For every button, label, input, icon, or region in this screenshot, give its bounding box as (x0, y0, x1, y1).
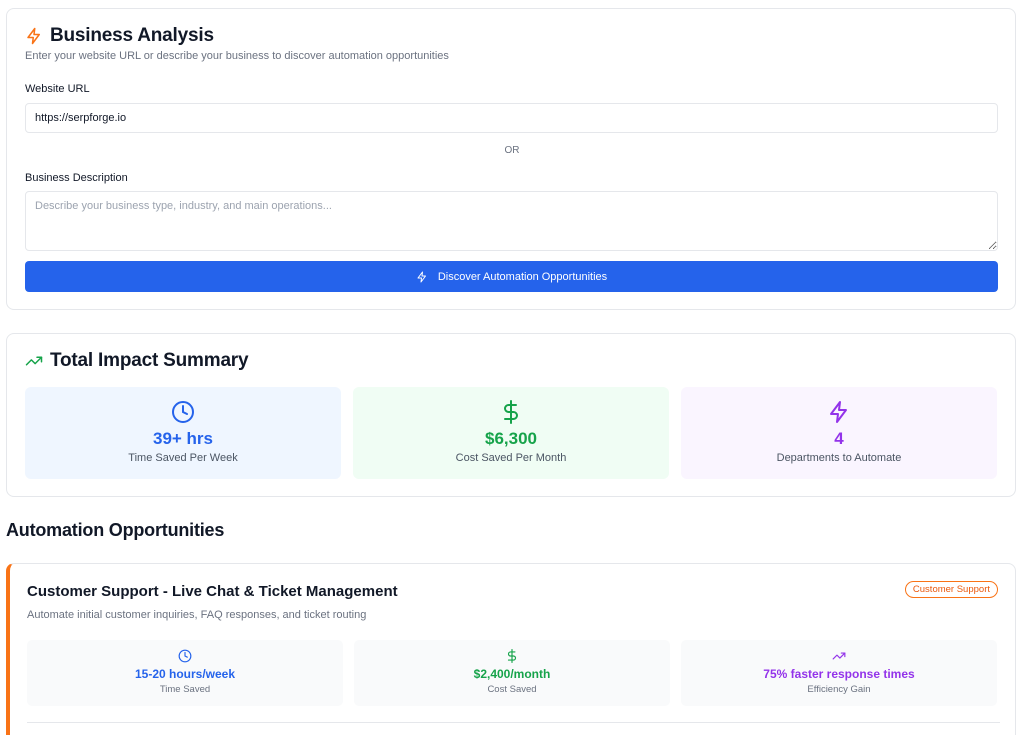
trending-up-icon (832, 649, 846, 663)
time-saved-stat: 39+ hrs Time Saved Per Week (25, 387, 341, 479)
website-url-input[interactable] (25, 103, 998, 133)
zap-icon (25, 27, 43, 45)
divider (27, 722, 1000, 723)
impact-summary-title-text: Total Impact Summary (50, 350, 249, 371)
business-analysis-subtitle: Enter your website URL or describe your … (25, 50, 449, 62)
cost-saved-metric: $2,400/month Cost Saved (354, 640, 670, 706)
clock-icon (178, 649, 192, 663)
clock-icon (171, 400, 195, 424)
impact-summary-card: Total Impact Summary 39+ hrs Time Saved … (6, 333, 1016, 497)
or-separator: OR (504, 145, 520, 156)
opportunity-title: Customer Support - Live Chat & Ticket Ma… (27, 583, 398, 600)
zap-icon (416, 271, 428, 283)
business-description-textarea[interactable] (25, 191, 998, 251)
efficiency-gain-metric-value: 75% faster response times (763, 667, 915, 681)
efficiency-gain-metric-label: Efficiency Gain (807, 684, 871, 695)
trending-up-icon (25, 352, 43, 370)
business-description-label: Business Description (25, 172, 128, 184)
business-analysis-card: Business Analysis Enter your website URL… (6, 8, 1016, 310)
opportunity-description: Automate initial customer inquiries, FAQ… (27, 609, 367, 621)
business-analysis-title: Business Analysis (25, 25, 214, 47)
discover-opportunities-button[interactable]: Discover Automation Opportunities (25, 261, 998, 292)
time-saved-metric: 15-20 hours/week Time Saved (27, 640, 343, 706)
business-analysis-title-text: Business Analysis (50, 25, 214, 46)
dollar-icon (499, 400, 523, 424)
automation-opportunities-heading: Automation Opportunities (6, 520, 225, 540)
department-badge: Customer Support (904, 581, 998, 598)
cost-saved-metric-label: Cost Saved (487, 684, 537, 695)
time-saved-label: Time Saved Per Week (128, 452, 238, 464)
departments-value: 4 (834, 429, 844, 448)
time-saved-metric-label: Time Saved (159, 684, 211, 695)
cost-saved-value: $6,300 (485, 429, 537, 448)
website-url-label: Website URL (25, 83, 90, 95)
dollar-icon (505, 649, 519, 663)
cost-saved-metric-value: $2,400/month (473, 667, 551, 681)
impact-summary-title: Total Impact Summary (25, 350, 249, 372)
time-saved-value: 39+ hrs (152, 429, 213, 448)
cost-saved-label: Cost Saved Per Month (455, 452, 567, 464)
efficiency-gain-metric: 75% faster response times Efficiency Gai… (681, 640, 997, 706)
departments-stat: 4 Departments to Automate (681, 387, 997, 479)
zap-icon (827, 400, 851, 424)
opportunity-card: Customer Support - Live Chat & Ticket Ma… (6, 563, 1016, 735)
discover-opportunities-label: Discover Automation Opportunities (437, 270, 608, 283)
departments-label: Departments to Automate (776, 452, 902, 464)
cost-saved-stat: $6,300 Cost Saved Per Month (353, 387, 669, 479)
time-saved-metric-value: 15-20 hours/week (134, 667, 236, 681)
